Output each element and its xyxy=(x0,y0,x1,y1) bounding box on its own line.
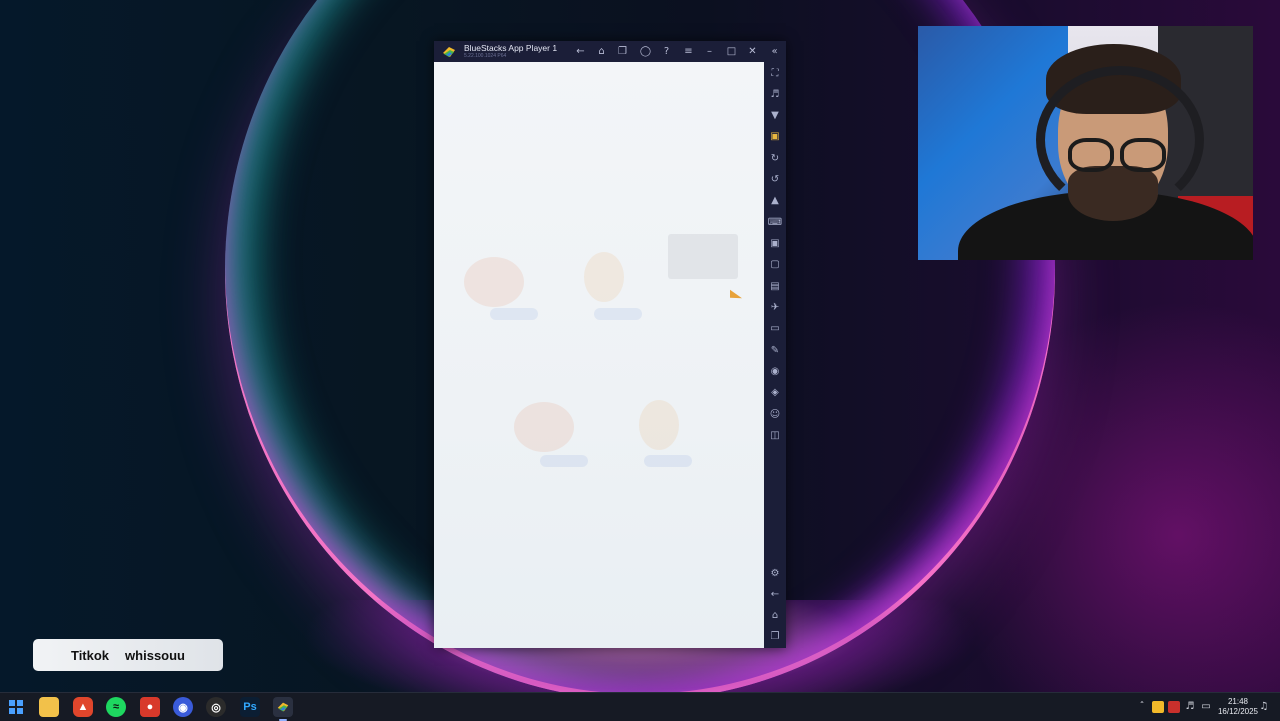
multi-instance-icon[interactable]: ❐ xyxy=(616,45,629,58)
media-icon[interactable]: ▼ xyxy=(767,108,783,124)
network-icon[interactable]: ▭ xyxy=(1200,701,1212,713)
tray-record-icon[interactable] xyxy=(1168,701,1180,713)
loading-placeholder-figure xyxy=(514,402,574,452)
clock-time: 21:48 xyxy=(1227,697,1249,706)
macro-recorder-icon[interactable]: ▣ xyxy=(767,129,783,145)
close-icon[interactable]: ✕ xyxy=(746,45,759,58)
screenshot-icon[interactable]: ▣ xyxy=(767,236,783,252)
window-title: BlueStacks App Player 1 xyxy=(464,43,558,53)
settings-icon[interactable]: ⚙ xyxy=(767,566,783,582)
airplane-icon[interactable]: ✈ xyxy=(767,300,783,316)
eco-mode-icon[interactable]: ✎ xyxy=(767,343,783,359)
volume-icon[interactable]: ♬ xyxy=(767,87,783,103)
chrome-icon[interactable]: ◉ xyxy=(173,697,193,717)
account-icon[interactable]: ◯ xyxy=(639,45,652,58)
volume-icon[interactable]: ♬ xyxy=(1184,701,1196,713)
bluestacks-sidebar: ⛶ ♬ ▼ ▣ ↻ ↺ ▲ ⌨ ▣ ▢ ▤ ✈ ▭ ✎ ◉ ◈ ☺ ◫ ⚙ ← … xyxy=(764,62,786,648)
system-clock[interactable]: 21:48 16/12/2025 xyxy=(1212,697,1264,717)
loading-placeholder-button xyxy=(594,308,642,320)
bluestacks-window[interactable]: BlueStacks App Player 1 5.22.100.1024 P6… xyxy=(434,41,786,648)
menu-icon[interactable]: ≡ xyxy=(682,45,695,58)
wallpaper-glow-right xyxy=(940,300,1280,692)
help-icon[interactable]: ? xyxy=(660,45,673,58)
loading-placeholder-button xyxy=(644,455,692,467)
location-icon[interactable]: ◉ xyxy=(767,364,783,380)
home-icon[interactable]: ⌂ xyxy=(595,45,608,58)
window-version: 5.22.100.1024 P64 xyxy=(464,53,507,59)
webcam-glasses xyxy=(1068,138,1114,172)
file-explorer-icon[interactable] xyxy=(39,697,59,717)
collapse-sidebar-icon[interactable]: « xyxy=(768,45,781,58)
loading-placeholder-card xyxy=(668,234,738,279)
realtime-translate-icon[interactable]: ☺ xyxy=(767,407,783,423)
android-home-icon[interactable]: ⌂ xyxy=(767,608,783,624)
clock-date: 16/12/2025 xyxy=(1217,707,1259,716)
layers-icon[interactable]: ◈ xyxy=(767,385,783,401)
resize-icon[interactable]: ▭ xyxy=(767,321,783,337)
loading-placeholder-button xyxy=(490,308,538,320)
android-screen[interactable] xyxy=(434,62,764,648)
webcam-person-beard xyxy=(1068,166,1158,221)
notification-bell-icon[interactable]: ♫ xyxy=(1258,701,1270,713)
app-icon[interactable]: ● xyxy=(140,697,160,717)
webcam-glasses xyxy=(1120,138,1166,172)
loading-placeholder-figure xyxy=(464,257,524,307)
keyboard-icon[interactable]: ⌨ xyxy=(767,215,783,231)
stream-social-label: Titkok whissouu xyxy=(33,639,223,671)
gallery-icon[interactable]: ▤ xyxy=(767,279,783,295)
rotate-icon[interactable]: ↻ xyxy=(767,151,783,167)
bluestacks-titlebar[interactable]: BlueStacks App Player 1 5.22.100.1024 P6… xyxy=(434,41,786,62)
spotify-icon[interactable]: ≈ xyxy=(106,697,126,717)
bluestacks-logo-icon xyxy=(443,47,455,57)
screen-record-icon[interactable]: ▢ xyxy=(767,257,783,273)
tray-app-icon[interactable] xyxy=(1152,701,1164,713)
loading-placeholder-figure xyxy=(584,252,624,302)
loading-placeholder-button xyxy=(540,455,588,467)
android-back-icon[interactable]: ← xyxy=(767,587,783,603)
windows-start-icon[interactable] xyxy=(6,697,26,717)
label-handle: whissouu xyxy=(125,647,185,663)
back-icon[interactable]: ← xyxy=(574,45,587,58)
sidebar-toggle-icon[interactable]: ◫ xyxy=(767,428,783,444)
obs-icon[interactable]: ◎ xyxy=(206,697,226,717)
chevron-up-icon[interactable]: ˆ xyxy=(1136,701,1148,713)
game-controls-icon[interactable]: ▲ xyxy=(767,193,783,209)
fullscreen-icon[interactable]: ⛶ xyxy=(767,66,783,82)
photoshop-icon[interactable]: Ps xyxy=(240,697,260,717)
maximize-icon[interactable]: □ xyxy=(725,45,738,58)
taskbar: ▲ ≈ ● ◉ ◎ Ps ˆ ♬ ▭ 21:48 16/12/2025 ♫ xyxy=(0,692,1280,721)
label-platform: Titkok xyxy=(70,647,110,663)
webcam-overlay xyxy=(918,26,1253,260)
bluestacks-icon[interactable] xyxy=(273,697,293,721)
sync-icon[interactable]: ↺ xyxy=(767,172,783,188)
brave-icon[interactable]: ▲ xyxy=(73,697,93,717)
loading-placeholder-figure xyxy=(639,400,679,450)
minimize-icon[interactable]: – xyxy=(703,45,716,58)
recent-apps-icon[interactable]: ❐ xyxy=(767,629,783,645)
